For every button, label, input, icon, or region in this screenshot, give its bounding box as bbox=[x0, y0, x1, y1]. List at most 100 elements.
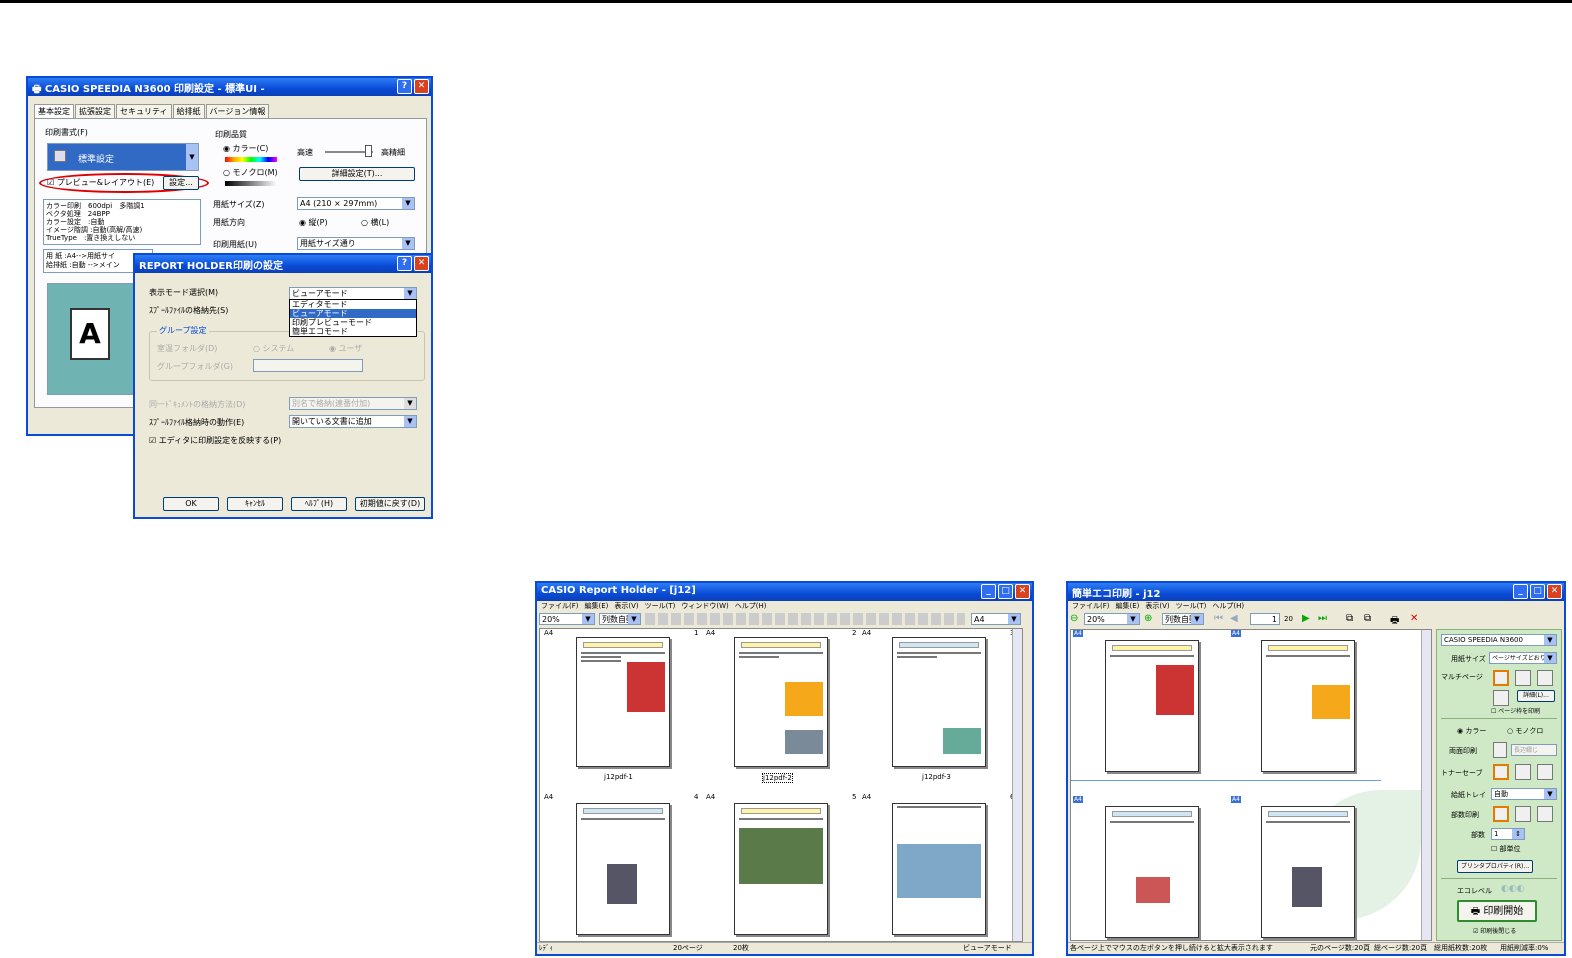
tab-paper-feed[interactable]: 給排紙 bbox=[172, 104, 205, 118]
preview-layout-checkbox[interactable]: ☑ プレビュー&レイアウト(E) bbox=[47, 177, 154, 188]
page-thumbnail[interactable] bbox=[734, 803, 828, 935]
chevron-down-icon[interactable]: ▼ bbox=[186, 144, 198, 170]
color-radio[interactable]: ◉ カラー(C) bbox=[223, 143, 268, 154]
color-radio[interactable]: ◉ カラー bbox=[1457, 726, 1486, 736]
mode-option-selected[interactable]: ビューアモード bbox=[290, 309, 416, 318]
chevron-down-icon[interactable]: ▼ bbox=[1544, 789, 1556, 799]
vertical-scrollbar[interactable] bbox=[1421, 630, 1431, 940]
minimize-button[interactable]: _ bbox=[1513, 584, 1528, 599]
cancel-button[interactable]: ｷｬﾝｾﾙ bbox=[227, 497, 283, 511]
chevron-down-icon[interactable]: ▼ bbox=[582, 614, 594, 624]
page-thumbnail[interactable] bbox=[1105, 640, 1199, 772]
close-button[interactable]: ✕ bbox=[1015, 584, 1030, 599]
printer-properties-button[interactable]: プリンタプロパティ(R)... bbox=[1457, 860, 1533, 873]
toner-icon-a[interactable] bbox=[1493, 764, 1509, 780]
chevron-down-icon[interactable]: ▼ bbox=[1127, 614, 1139, 624]
chevron-down-icon[interactable]: ▼ bbox=[1191, 614, 1203, 624]
detail-settings-button[interactable]: 詳細設定(T)... bbox=[299, 167, 415, 181]
page-frame-checkbox[interactable]: ☐ ページ枠を印刷 bbox=[1491, 706, 1540, 715]
layout-select[interactable]: 列数自動 ▼ bbox=[599, 613, 641, 625]
menu-help[interactable]: ヘルプ(H) bbox=[735, 602, 767, 610]
chevron-down-icon[interactable]: ▼ bbox=[404, 416, 416, 427]
page-thumbnail[interactable] bbox=[892, 803, 986, 935]
close-button[interactable]: ✕ bbox=[1547, 584, 1562, 599]
vertical-scrollbar[interactable] bbox=[1012, 629, 1022, 941]
paper-select[interactable]: A4 ▼ bbox=[971, 613, 1021, 625]
settings-button[interactable]: 設定... bbox=[163, 176, 199, 190]
page-thumbnail[interactable] bbox=[1261, 806, 1355, 938]
layout-select[interactable]: 列数自動 ▼ bbox=[1162, 613, 1204, 625]
menu-window[interactable]: ウィンドウ(W) bbox=[681, 602, 728, 610]
chevron-down-icon[interactable]: ▼ bbox=[1544, 635, 1556, 645]
page-thumbnail[interactable] bbox=[892, 637, 986, 767]
menu-view[interactable]: 表示(V) bbox=[614, 602, 638, 610]
tab-security[interactable]: セキュリティ bbox=[116, 104, 172, 118]
maximize-button[interactable]: □ bbox=[998, 584, 1013, 599]
two-up-icon[interactable] bbox=[1515, 670, 1531, 686]
zoom-select[interactable]: 20% ▼ bbox=[1084, 613, 1140, 625]
four-up-icon[interactable] bbox=[1537, 670, 1553, 686]
menu-edit[interactable]: 編集(E) bbox=[585, 602, 609, 610]
chevron-down-icon[interactable]: ▼ bbox=[402, 238, 414, 249]
help-button[interactable]: ? bbox=[397, 256, 412, 271]
ok-button[interactable]: OK bbox=[163, 497, 219, 511]
one-up-icon[interactable] bbox=[1493, 670, 1509, 686]
help-text-button[interactable]: ﾍﾙﾌﾟ(H) bbox=[291, 497, 347, 511]
user-radio[interactable]: ◉ ユーザ bbox=[329, 343, 362, 354]
chevron-down-icon[interactable]: ▼ bbox=[404, 288, 416, 299]
import-icon[interactable]: ⧉ bbox=[1364, 613, 1371, 624]
next-page-icon[interactable]: ▶ bbox=[1302, 613, 1310, 624]
mode-option[interactable]: エディタモード bbox=[290, 300, 416, 309]
printer-select[interactable]: CASIO SPEEDIA N3600 ▼ bbox=[1441, 634, 1557, 646]
page-thumbnail[interactable] bbox=[576, 637, 670, 767]
tray-select[interactable]: 自動 ▼ bbox=[1491, 788, 1557, 800]
reflect-settings-checkbox[interactable]: ☑ エディタに印刷設定を反映する(P) bbox=[149, 435, 281, 446]
collate-checkbox[interactable]: ☐ 部単位 bbox=[1491, 844, 1521, 854]
menu-tools[interactable]: ツール(T) bbox=[645, 602, 676, 610]
stamp-icon-b[interactable] bbox=[1515, 806, 1531, 822]
reset-defaults-button[interactable]: 初期値に戻す(D) bbox=[355, 497, 425, 511]
spool-action-select[interactable]: 開いている文書に追加 ▼ bbox=[289, 415, 417, 428]
toner-icon-c[interactable] bbox=[1537, 764, 1553, 780]
grid-icon[interactable] bbox=[1493, 690, 1509, 706]
copies-stepper[interactable]: 1 ⇕ bbox=[1491, 828, 1525, 840]
group-folder-input[interactable] bbox=[253, 359, 363, 372]
landscape-radio[interactable]: ○ 横(L) bbox=[361, 217, 389, 228]
chevron-down-icon[interactable]: ▼ bbox=[402, 198, 414, 209]
duplex-icon[interactable] bbox=[1493, 742, 1507, 758]
menu-tools[interactable]: ツール(T) bbox=[1176, 602, 1207, 610]
tab-basic[interactable]: 基本設定 bbox=[34, 104, 74, 118]
menu-file[interactable]: ファイル(F) bbox=[541, 602, 579, 610]
mono-radio[interactable]: ○ モノクロ bbox=[1507, 726, 1543, 736]
stamp-icon-a[interactable] bbox=[1493, 806, 1509, 822]
first-page-icon[interactable]: ⏮ bbox=[1214, 613, 1223, 624]
stamp-icon-c[interactable] bbox=[1537, 806, 1553, 822]
mode-option[interactable]: 印刷プレビューモード bbox=[290, 318, 416, 327]
maximize-button[interactable]: □ bbox=[1530, 584, 1545, 599]
multipage-detail-button[interactable]: 詳細(L)... bbox=[1517, 690, 1555, 702]
mode-option[interactable]: 簡単エコモード bbox=[290, 327, 416, 336]
page-thumbnail[interactable] bbox=[1261, 640, 1355, 772]
paper-size-select[interactable]: ページサイズどおり ▼ bbox=[1489, 652, 1557, 664]
duplex-select[interactable]: 長辺綴じ bbox=[1511, 744, 1557, 756]
close-after-print-checkbox[interactable]: ☑ 印刷後閉じる bbox=[1473, 926, 1516, 935]
menu-file[interactable]: ファイル(F) bbox=[1072, 602, 1110, 610]
print-icon[interactable]: 🖶 bbox=[1390, 613, 1399, 630]
mono-radio[interactable]: ○ モノクロ(M) bbox=[223, 167, 278, 178]
tab-version[interactable]: バージョン情報 bbox=[205, 104, 270, 118]
start-print-button[interactable]: 🖶 印刷開始 bbox=[1457, 900, 1537, 922]
last-page-icon[interactable]: ⏭ bbox=[1318, 613, 1327, 624]
toner-icon-b[interactable] bbox=[1515, 764, 1531, 780]
chevron-down-icon[interactable]: ▼ bbox=[628, 614, 640, 624]
chevron-down-icon[interactable]: ▼ bbox=[1544, 653, 1556, 663]
paper-size-select[interactable]: A4 (210 × 297mm) ▼ bbox=[297, 197, 415, 210]
delete-icon[interactable]: ✕ bbox=[1410, 613, 1418, 624]
tab-extended[interactable]: 拡張設定 bbox=[75, 104, 115, 118]
menu-view[interactable]: 表示(V) bbox=[1145, 602, 1169, 610]
help-button[interactable]: ? bbox=[397, 79, 412, 94]
print-paper-select[interactable]: 用紙サイズ通り ▼ bbox=[297, 237, 415, 250]
zoom-in-icon[interactable]: ⊕ bbox=[1144, 613, 1152, 624]
zoom-select[interactable]: 20% ▼ bbox=[539, 613, 595, 625]
close-button[interactable]: ✕ bbox=[414, 79, 429, 94]
minimize-button[interactable]: _ bbox=[981, 584, 996, 599]
